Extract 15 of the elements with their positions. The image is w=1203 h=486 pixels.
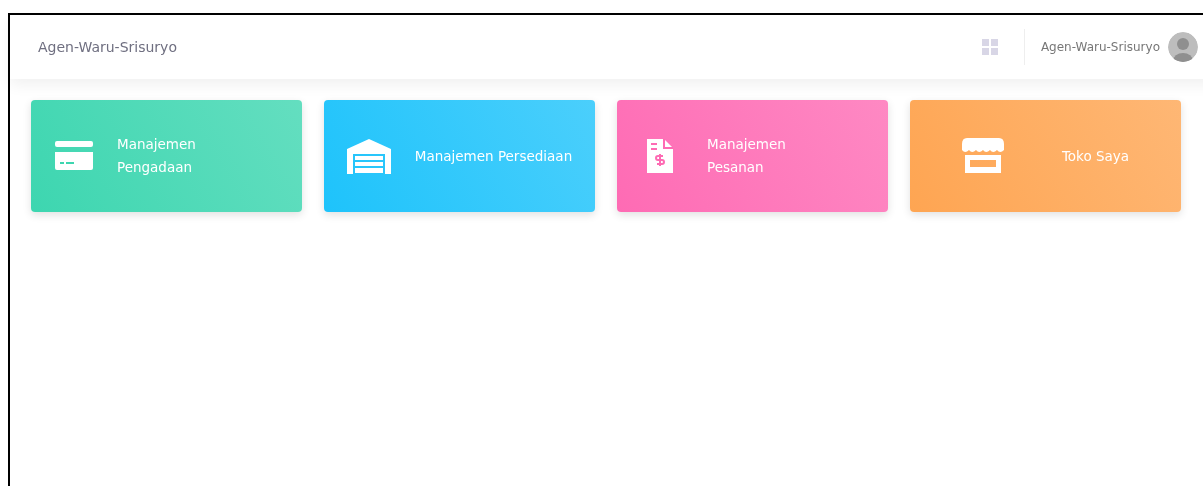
card-label: Manajemen Pesanan [707, 135, 787, 177]
menu-card[interactable]: Manajemen Persediaan [324, 100, 595, 212]
card-label: Manajemen Pengadaan [117, 135, 197, 177]
menu-card[interactable]: Manajemen Pengadaan [31, 100, 302, 212]
card-label: Manajemen Persediaan [414, 146, 573, 166]
card-label: Toko Saya [1061, 146, 1130, 166]
warehouse-icon [346, 138, 391, 174]
brand-title: Agen-Waru-Srisuryo [38, 39, 178, 55]
menu-card[interactable]: Manajemen Pesanan [617, 100, 888, 212]
storefront-icon [961, 138, 1004, 174]
user-name[interactable]: Agen-Waru-Srisuryo [1040, 40, 1160, 54]
invoice-icon [647, 139, 673, 173]
credit-card-icon [55, 141, 93, 171]
avatar-icon[interactable] [1168, 32, 1198, 62]
menu-card[interactable]: Toko Saya [910, 100, 1181, 212]
